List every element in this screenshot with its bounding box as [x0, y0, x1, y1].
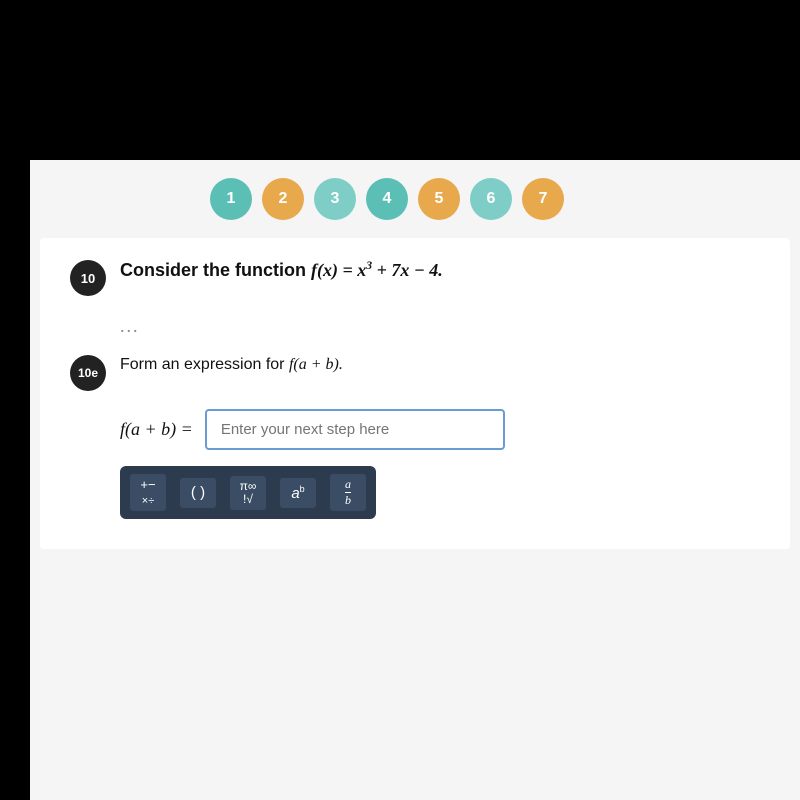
- power-icon: ab: [291, 484, 304, 502]
- question-function: f(x) = x3 + 7x − 4.: [311, 260, 443, 280]
- toolbar-ops-button[interactable]: +−×÷: [130, 474, 166, 511]
- step-7[interactable]: 7: [522, 178, 564, 220]
- parens-icon: ( ): [191, 484, 205, 501]
- step-4[interactable]: 4: [366, 178, 408, 220]
- fraction-icon: a b: [345, 478, 351, 507]
- main-screen: 1 2 3 4 5 6 7 10 Consider the function f…: [30, 160, 800, 800]
- question-10-row: 10 Consider the function f(x) = x3 + 7x …: [70, 258, 760, 296]
- toolbar-parens-button[interactable]: ( ): [180, 478, 216, 508]
- subquestion-10e-row: 10e Form an expression for f(a + b).: [70, 353, 760, 391]
- step-6[interactable]: 6: [470, 178, 512, 220]
- content-area: 10 Consider the function f(x) = x3 + 7x …: [40, 238, 790, 549]
- subquestion-function: f(a + b).: [289, 356, 343, 373]
- subquestion-badge-10e: 10e: [70, 355, 106, 391]
- math-toolbar: +−×÷ ( ) π∞!√ ab a b: [120, 466, 376, 519]
- question-10-text: Consider the function f(x) = x3 + 7x − 4…: [120, 258, 443, 283]
- subquestion-prefix: Form an expression for: [120, 356, 289, 373]
- subquestion-10e-text: Form an expression for f(a + b).: [120, 353, 343, 377]
- toolbar-fraction-button[interactable]: a b: [330, 474, 366, 511]
- question-badge-10: 10: [70, 260, 106, 296]
- ops-icon: +−×÷: [140, 478, 155, 507]
- toolbar-power-button[interactable]: ab: [280, 478, 316, 508]
- step-1[interactable]: 1: [210, 178, 252, 220]
- ellipsis: ...: [120, 316, 760, 337]
- expression-input[interactable]: [205, 409, 505, 450]
- step-2[interactable]: 2: [262, 178, 304, 220]
- step-3[interactable]: 3: [314, 178, 356, 220]
- toolbar-symbols-button[interactable]: π∞!√: [230, 476, 266, 510]
- symbols-icon: π∞!√: [240, 480, 257, 506]
- step-navigation: 1 2 3 4 5 6 7: [30, 160, 800, 238]
- question-prefix: Consider the function: [120, 260, 311, 280]
- step-5[interactable]: 5: [418, 178, 460, 220]
- expression-row: f(a + b) =: [120, 409, 760, 450]
- expression-label: f(a + b) =: [120, 419, 193, 440]
